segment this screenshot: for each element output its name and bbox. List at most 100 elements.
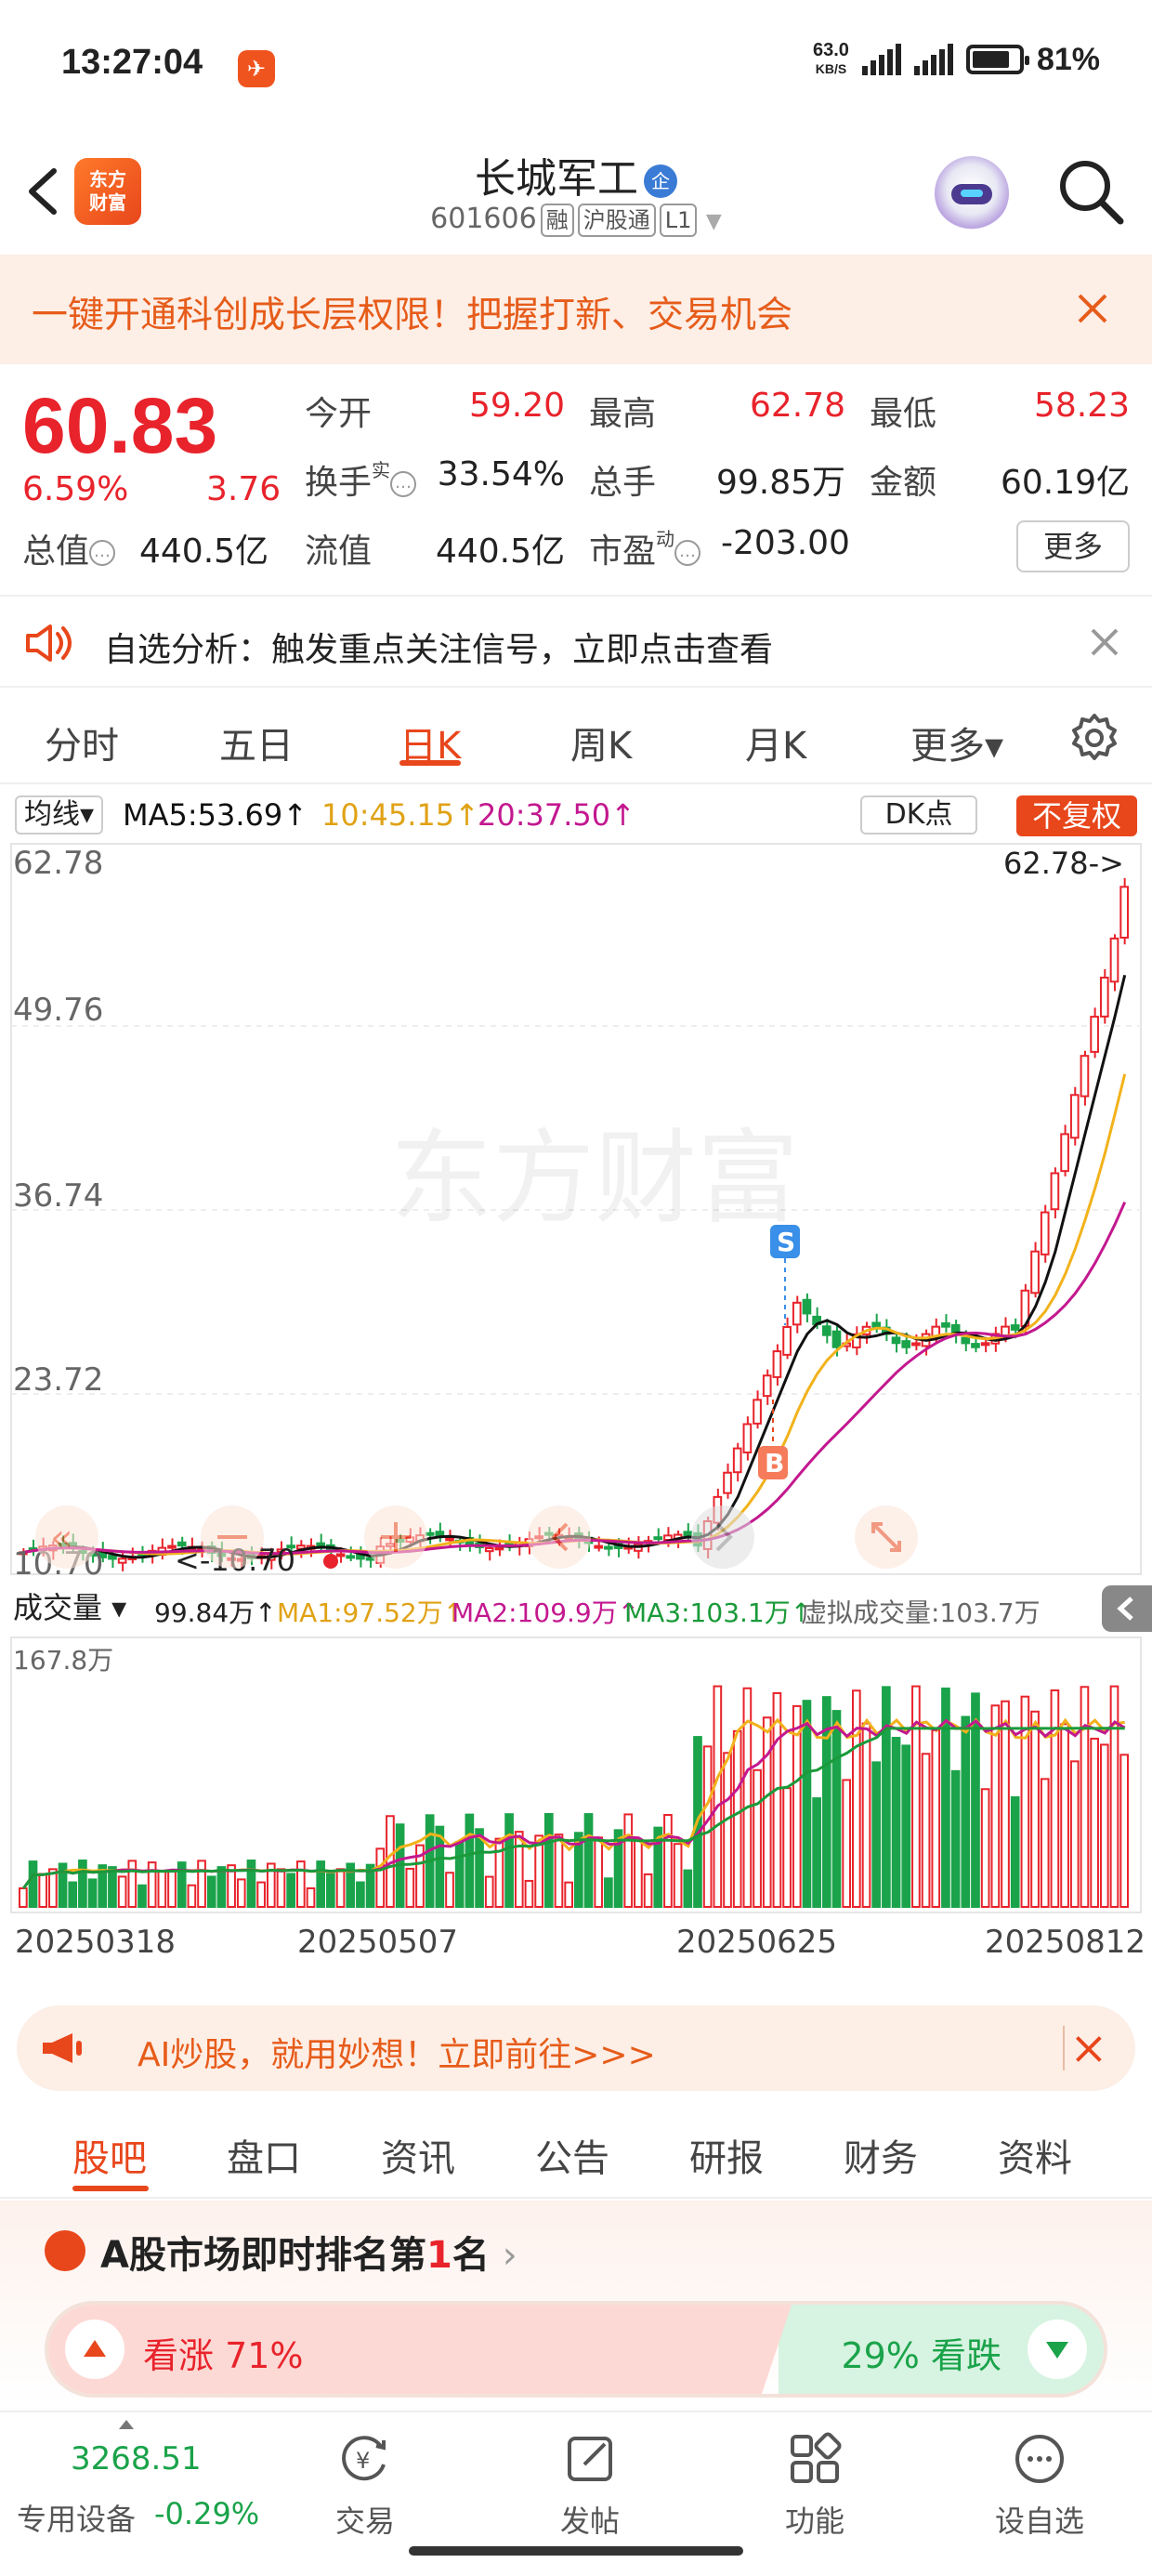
virtual-volume: 虚拟成交量:103.7万	[801, 1597, 1041, 1628]
notice-text: 自选分析：触发重点关注信号，立即点击查看	[104, 631, 774, 669]
candle-body	[1119, 886, 1129, 940]
volume-bar	[1080, 1686, 1090, 1909]
pe-label[interactable]: 市盈动…	[589, 524, 701, 572]
adjustment-button[interactable]: 不复权	[1016, 795, 1137, 836]
volume-bar	[206, 1875, 216, 1908]
tab-announcements[interactable]: 公告	[535, 2128, 609, 2182]
home-indicator[interactable]	[409, 2546, 743, 2556]
indicator-select[interactable]: 均线▾	[15, 795, 104, 835]
candle-body	[941, 1321, 950, 1328]
nav-post[interactable]: 发帖	[530, 2429, 650, 2541]
more-icon	[1015, 2435, 1064, 2483]
ai-banner[interactable]: AI炒股，就用妙想！立即前往>>>	[17, 2005, 1135, 2091]
volume-bar	[19, 1887, 28, 1908]
tab-order-book[interactable]: 盘口	[227, 2128, 301, 2182]
candle-body	[494, 1546, 504, 1551]
candle-body	[753, 1399, 762, 1425]
tab-five-day[interactable]: 五日	[219, 716, 294, 769]
volume-bar	[68, 1881, 78, 1908]
trade-icon: ¥	[342, 2436, 386, 2481]
candle-body	[723, 1471, 732, 1494]
high-value: 62.78	[749, 387, 845, 425]
collapse-button[interactable]	[1102, 1585, 1152, 1632]
svg-text:S: S	[777, 1227, 795, 1257]
close-icon[interactable]	[1063, 2026, 1107, 2070]
volume-bar	[137, 1884, 147, 1909]
volume-bar	[1001, 1700, 1010, 1908]
sector-index-label[interactable]: 专用设备	[17, 2496, 136, 2539]
candle-body	[604, 1545, 613, 1550]
volume-bar	[950, 1769, 961, 1908]
candle-body	[980, 1342, 990, 1347]
status-bar: 13:27:04 ✈ 63.0 KB/S 81%	[0, 0, 1152, 139]
market-cap-label[interactable]: 总值…	[22, 524, 116, 572]
promo-close-button[interactable]	[1067, 283, 1119, 335]
tab-news[interactable]: 资讯	[381, 2128, 455, 2182]
nav-add-watchlist[interactable]: 设自选	[979, 2429, 1100, 2541]
ai-banner-text: AI炒股，就用妙想！立即前往>>>	[137, 2036, 656, 2074]
info-icon: …	[390, 471, 417, 497]
tab-more[interactable]: 更多▾	[910, 716, 1003, 769]
volume-bar	[852, 1689, 861, 1908]
pe-value: -203.00	[721, 524, 850, 562]
ma20-line	[23, 1201, 1127, 1556]
nav-features[interactable]: 功能	[754, 2429, 875, 2541]
enterprise-badge: 企	[644, 164, 677, 198]
candle-body	[821, 1325, 831, 1336]
dk-point-button[interactable]: DK点	[860, 795, 977, 835]
ma5-value: MA5:53.69↑	[123, 797, 308, 833]
tab-monthly-k[interactable]: 月K	[745, 716, 806, 769]
search-button[interactable]	[1054, 154, 1128, 229]
tab-forum[interactable]: 股吧	[72, 2128, 147, 2182]
battery-level: 81%	[1036, 41, 1100, 77]
candle-body	[1010, 1324, 1020, 1331]
volume-bar	[356, 1881, 365, 1909]
expand-index-icon[interactable]	[119, 2420, 134, 2429]
tab-research[interactable]: 研报	[689, 2128, 764, 2182]
period-tabs: 分时 五日 日K 周K 月K 更多▾	[0, 695, 1152, 784]
volume-bar	[812, 1797, 821, 1908]
promo-banner[interactable]: 一键开通科创成长层权限！把握打新、交易机会	[0, 255, 1152, 364]
volume-bar	[723, 1752, 732, 1908]
turnover-label[interactable]: 换手实…	[305, 455, 417, 504]
ai-assistant-avatar[interactable]	[935, 156, 1009, 230]
more-quote-button[interactable]: 更多	[1016, 520, 1130, 572]
volume-indicator-select[interactable]: 成交量 ▾	[13, 1587, 126, 1628]
nav-trade[interactable]: ¥ 交易	[305, 2429, 425, 2541]
volume-bar	[683, 1869, 693, 1908]
analysis-notice[interactable]: 自选分析：触发重点关注信号，立即点击查看	[0, 595, 1152, 688]
nav-next-button[interactable]	[691, 1505, 754, 1569]
volume-bar	[28, 1860, 38, 1909]
edit-icon	[568, 2437, 612, 2481]
y-label-0: 62.78	[13, 845, 103, 882]
volume-bar	[871, 1761, 882, 1908]
candle-body	[911, 1342, 921, 1347]
volume-bar	[980, 1788, 990, 1908]
volume-bar	[236, 1878, 246, 1908]
ranking-link[interactable]: A股市场即时排名第1名 ›	[100, 2225, 517, 2279]
tab-intraday[interactable]: 分时	[45, 716, 119, 769]
volume-bar	[1090, 1737, 1099, 1908]
tab-profile[interactable]: 资料	[998, 2128, 1072, 2182]
volume-ma1: MA1:97.52万↑	[277, 1597, 465, 1628]
gear-icon[interactable]	[1068, 712, 1120, 764]
sector-index-value[interactable]: 3268.51	[71, 2440, 202, 2477]
volume-bar	[673, 1843, 683, 1908]
candle-body	[732, 1447, 742, 1474]
chevron-right-icon: ›	[502, 2234, 517, 2277]
current-price: 60.83	[22, 382, 218, 469]
ranking-panel: A股市场即时排名第1名 › 看涨 71% 29% 看跌	[0, 2201, 1152, 2405]
candlestick-chart[interactable]: 东方财富 62.78 49.76 36.74 23.72 10.70 62.78…	[0, 842, 1152, 1576]
open-label: 今开	[305, 395, 373, 433]
volume-bar	[1119, 1754, 1129, 1908]
volume-bar: 成交量 ▾ 99.84万↑ MA1:97.52万↑ MA2:109.9万↑ MA…	[0, 1585, 1152, 1632]
tab-weekly-k[interactable]: 周K	[570, 716, 632, 769]
tab-financials[interactable]: 财务	[844, 2128, 918, 2182]
volume-bar	[861, 1722, 871, 1908]
volume-value: 99.85万	[715, 464, 845, 502]
stock-code: 601606	[430, 203, 537, 235]
candle-body	[1099, 977, 1109, 1018]
volume-chart[interactable]: 167.8万	[0, 1636, 1152, 1914]
nav-prev-button[interactable]	[528, 1505, 591, 1569]
close-icon[interactable]	[1081, 619, 1128, 665]
